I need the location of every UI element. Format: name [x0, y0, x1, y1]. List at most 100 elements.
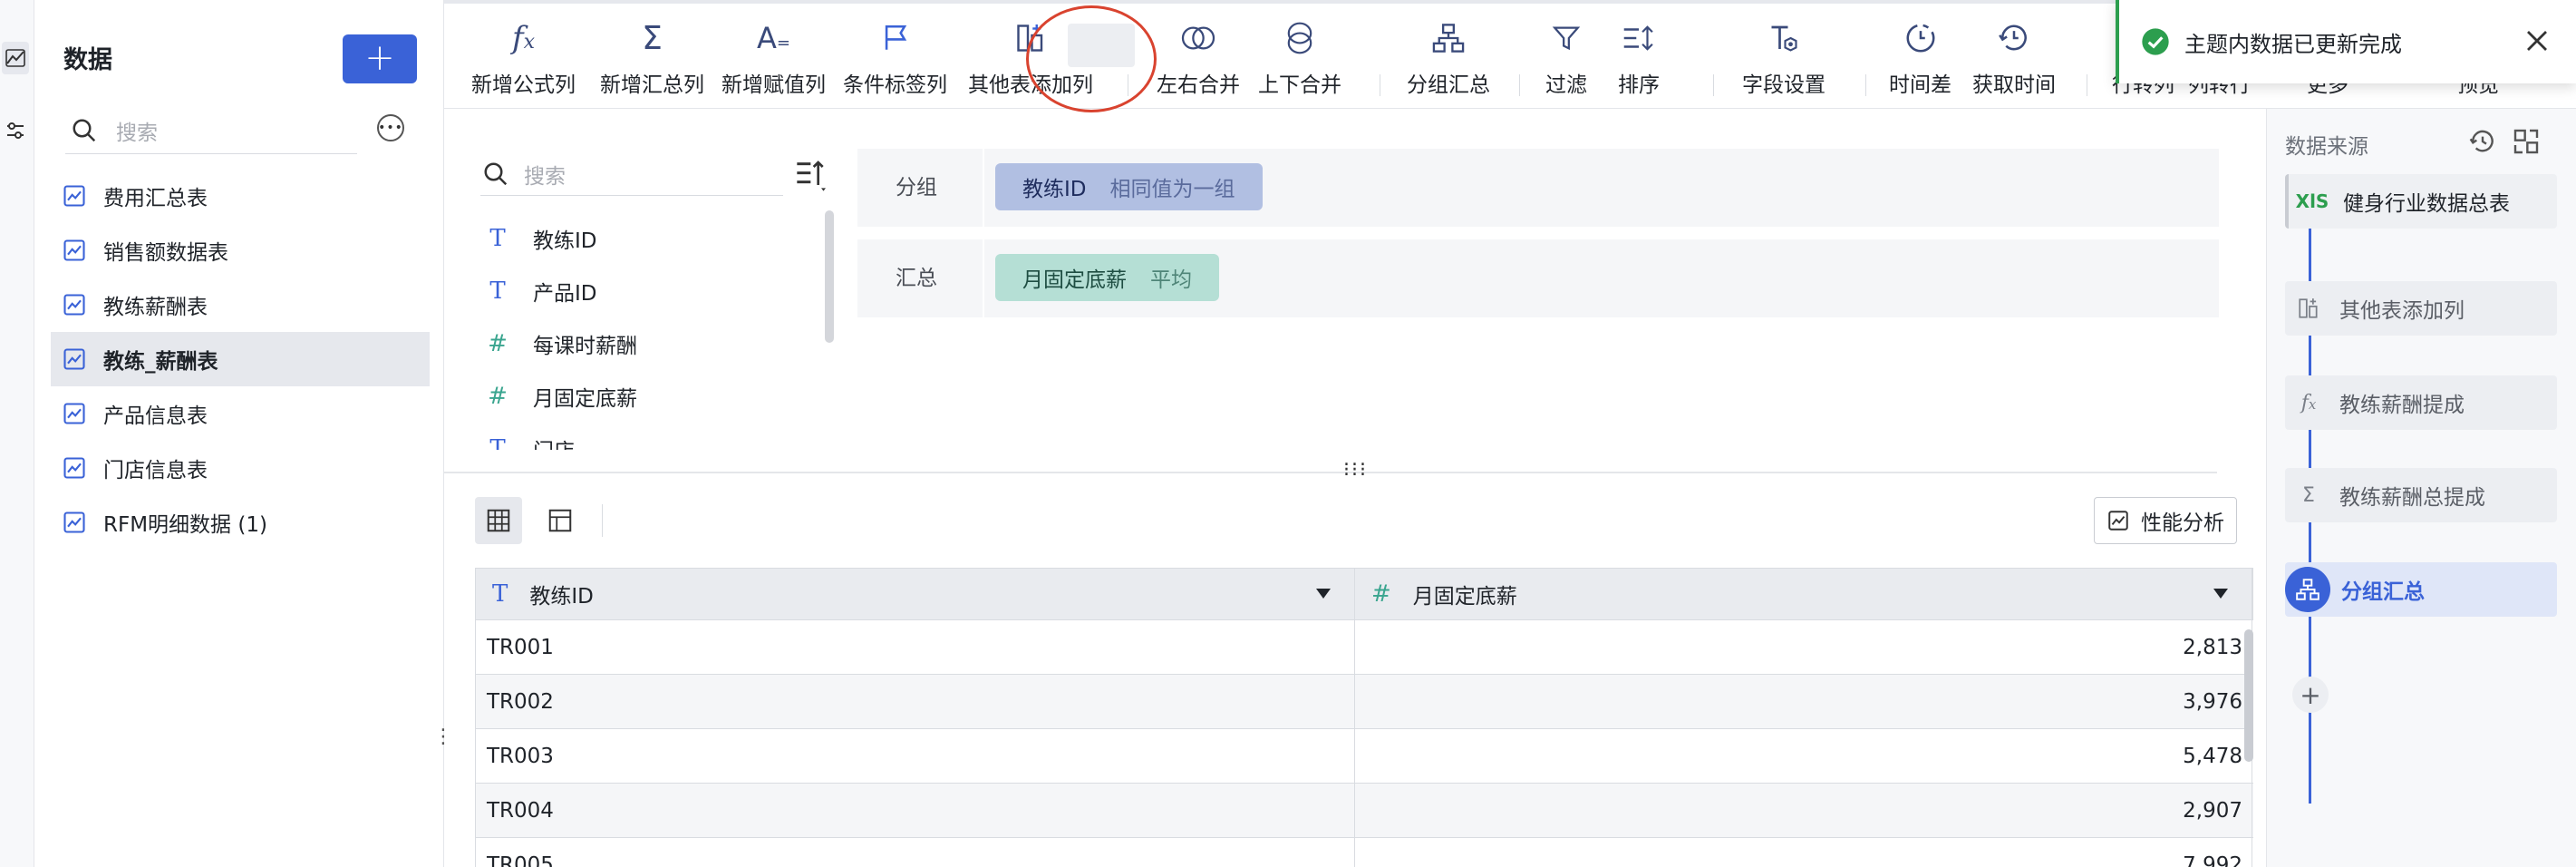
chevron-down-icon[interactable]	[2213, 589, 2228, 599]
condition-tag-column-button[interactable]: 条件标签列	[843, 16, 947, 107]
field-search-input[interactable]: 搜索	[480, 152, 783, 196]
table-body: TR001 2,813 TR002 3,976 TR003 5,478 TR00…	[475, 620, 2253, 867]
merge-vertical-button[interactable]: 上下合并	[1258, 16, 1341, 107]
field-sort-icon[interactable]	[794, 158, 830, 194]
table-cell[interactable]: TR001	[476, 620, 1355, 674]
text-type-icon: T	[489, 225, 506, 252]
get-time-button[interactable]: 获取时间	[1972, 16, 2056, 107]
add-assign-column-button[interactable]: A= 新增赋值列	[721, 16, 826, 107]
toast-message: 主题内数据已更新完成	[2184, 31, 2402, 57]
chart-image-icon	[2108, 511, 2128, 531]
list-item-label: 门店信息表	[103, 459, 208, 482]
column-header[interactable]: # 月固定底薪	[1355, 569, 2252, 619]
table-cell[interactable]: 3,976	[1355, 675, 2252, 728]
field-item[interactable]: T 教练ID	[486, 212, 812, 265]
check-circle-icon	[2142, 28, 2169, 55]
data-prep-icon[interactable]	[2, 42, 29, 74]
summary-field-chip[interactable]: 月固定底薪 平均	[995, 254, 1219, 301]
add-table-button[interactable]: +	[343, 34, 417, 83]
performance-analysis-button[interactable]: 性能分析	[2094, 497, 2237, 544]
list-item[interactable]: RFM明细数据 (1)	[51, 495, 430, 550]
sidebar-search-input[interactable]: 搜索	[65, 107, 357, 154]
field-item[interactable]: # 月固定底薪	[486, 370, 812, 423]
chart-table-icon	[63, 294, 85, 316]
layout-toggle-icon[interactable]	[2512, 127, 2541, 156]
table-cell[interactable]: 2,907	[1355, 784, 2252, 837]
list-item-label: 销售额数据表	[103, 241, 228, 265]
search-icon	[73, 119, 96, 141]
field-list-scrollbar[interactable]	[825, 210, 834, 343]
chart-table-icon	[63, 511, 85, 533]
list-item[interactable]: 门店信息表	[51, 441, 430, 495]
drag-handle-icon[interactable]: ⁝⁝⁝	[1343, 459, 1368, 482]
field-settings-button[interactable]: 字段设置	[1742, 16, 1825, 107]
time-diff-button[interactable]: 时间差	[1889, 16, 1951, 107]
group-summary-button[interactable]: 分组汇总	[1407, 16, 1490, 107]
list-item[interactable]: 产品信息表	[51, 386, 430, 441]
sigma-icon: Σ	[642, 19, 663, 57]
flow-step-node[interactable]: fx 教练薪酬提成	[2285, 375, 2557, 430]
sidebar-resize-handle[interactable]: ⋮	[433, 726, 453, 748]
text-type-icon: T	[489, 435, 506, 450]
chart-table-icon	[63, 348, 85, 370]
field-list: T教练ID T产品ID #每课时薪酬 #月固定底薪 T门店	[486, 212, 812, 450]
grid-view-button[interactable]	[475, 497, 522, 544]
panel-splitter[interactable]	[444, 472, 2217, 473]
table-row: TR004 2,907	[475, 784, 2253, 838]
table-cell[interactable]: TR005	[476, 838, 1355, 867]
group-field-chip[interactable]: 教练ID 相同值为一组	[995, 163, 1263, 210]
table-cell[interactable]: 5,478	[1355, 729, 2252, 783]
sort-button[interactable]: 排序	[1617, 16, 1661, 107]
data-table: T 教练ID # 月固定底薪 TR001 2,813 TR002 3,976 T…	[475, 568, 2253, 867]
chart-table-icon	[63, 185, 85, 207]
table-row: TR005 7,992	[475, 838, 2253, 867]
list-item[interactable]: 教练薪酬表	[51, 278, 430, 332]
table-cell[interactable]: TR004	[476, 784, 1355, 837]
list-item-label: 教练薪酬表	[103, 296, 208, 319]
settings-sliders-icon[interactable]	[2, 114, 29, 147]
table-cell[interactable]: TR003	[476, 729, 1355, 783]
flow-step-node-active[interactable]: 分组汇总	[2285, 562, 2557, 617]
history-icon[interactable]	[2468, 127, 2497, 156]
filter-icon	[1545, 16, 1588, 60]
add-column-icon	[2289, 288, 2329, 328]
formula-icon: fx	[511, 20, 535, 56]
flow-source-node[interactable]: XlS 健身行业数据总表	[2285, 174, 2557, 229]
config-divider	[983, 149, 984, 227]
layout-view-button[interactable]	[537, 497, 584, 544]
add-summary-column-button[interactable]: Σ 新增汇总列	[600, 16, 704, 107]
add-step-button[interactable]: +	[2292, 677, 2329, 713]
sidebar-title: 数据	[63, 46, 112, 74]
table-scrollbar[interactable]	[2244, 629, 2253, 762]
close-icon[interactable]	[2523, 27, 2551, 54]
table-cell[interactable]: 7,992	[1355, 838, 2252, 867]
column-header[interactable]: T 教练ID	[476, 569, 1355, 619]
group-icon	[1427, 16, 1470, 60]
list-item-selected[interactable]: 教练_薪酬表	[51, 332, 430, 386]
field-item[interactable]: # 每课时薪酬	[486, 317, 812, 370]
layout-icon	[548, 509, 572, 532]
add-formula-column-button[interactable]: fx 新增公式列	[471, 16, 576, 107]
sort-icon	[1617, 16, 1661, 60]
group-config-row: 分组 教练ID 相同值为一组	[857, 149, 2219, 227]
group-icon	[2285, 567, 2330, 612]
list-item[interactable]: 费用汇总表	[51, 169, 430, 223]
config-divider	[983, 239, 984, 317]
filter-button[interactable]: 过滤	[1545, 16, 1588, 107]
merge-horizontal-button[interactable]: 左右合并	[1157, 16, 1240, 107]
flag-icon	[874, 16, 917, 60]
merge-horizontal-icon	[1177, 16, 1220, 60]
table-cell[interactable]: 2,813	[1355, 620, 2252, 674]
flow-step-node[interactable]: Σ 教练薪酬总提成	[2285, 468, 2557, 522]
table-cell[interactable]: TR002	[476, 675, 1355, 728]
sidebar-search-placeholder: 搜索	[116, 121, 158, 145]
field-item[interactable]: T 产品ID	[486, 265, 812, 317]
sidebar: 数据 + 搜索 ••• 费用汇总表 销售额数据表 教练薪酬表 教练_薪酬表 产品…	[34, 0, 453, 867]
field-item[interactable]: T门店	[486, 423, 812, 450]
flow-step-node[interactable]: 其他表添加列	[2285, 281, 2557, 336]
chevron-down-icon[interactable]	[1316, 589, 1331, 599]
success-toast: 主题内数据已更新完成	[2116, 0, 2576, 83]
formula-icon: fx	[2300, 391, 2317, 414]
list-item[interactable]: 销售额数据表	[51, 223, 430, 278]
more-options-icon[interactable]: •••	[377, 114, 404, 141]
